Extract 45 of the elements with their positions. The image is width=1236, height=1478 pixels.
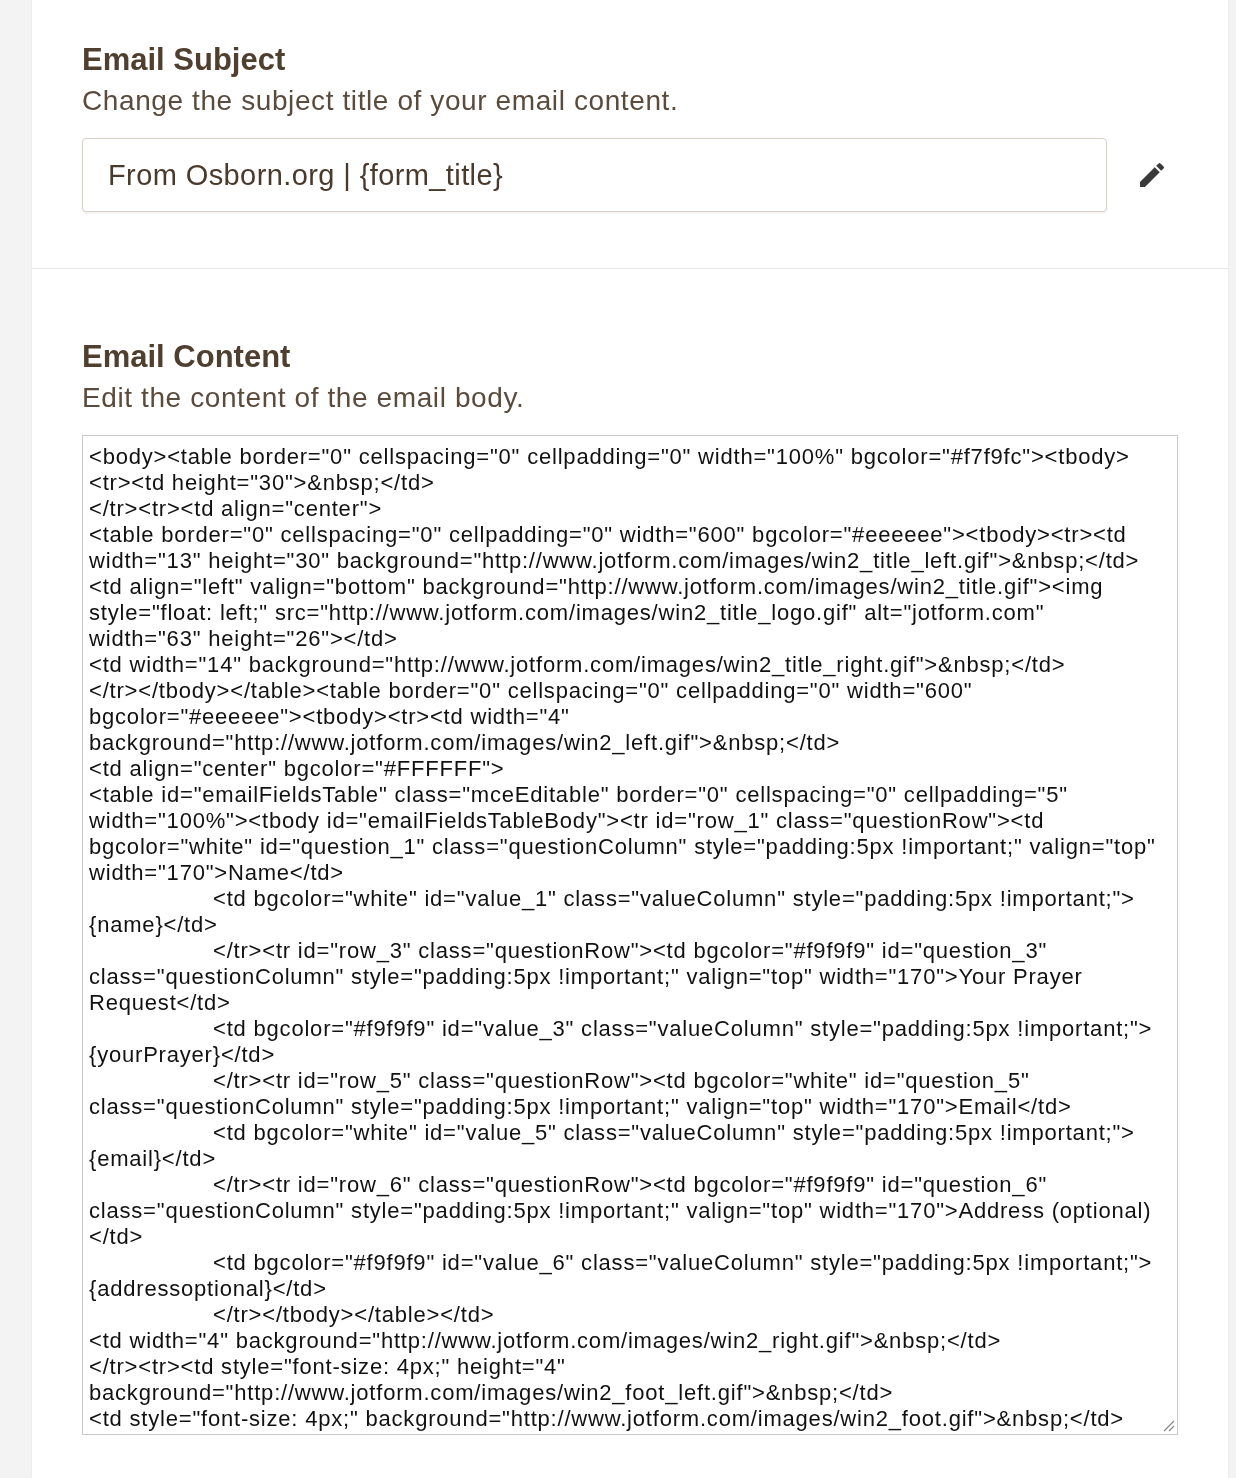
code-line: </tr><tr><td style="font-size: 4px;" height="4"	[89, 1354, 566, 1380]
code-line: {yourPrayer}</td>	[89, 1042, 276, 1068]
code-line: Request</td>	[89, 990, 231, 1016]
resize-handle-icon[interactable]	[1161, 1418, 1175, 1432]
code-line: <td width="14" background="http://www.jotform.com/images/win2_title_right.gif">&nbsp;</td>	[89, 652, 1066, 678]
code-line: width="63" height="26"></td>	[89, 626, 398, 652]
code-line: <td bgcolor="#f9f9f9" id="value_3" class="valueColumn" style="padding:5px !important;">	[212, 1016, 1153, 1042]
code-line: <td width="4" background="http://www.jotform.com/images/win2_right.gif">&nbsp;</td>	[89, 1328, 1002, 1354]
code-line: background="http://www.jotform.com/images/win2_left.gif">&nbsp;</td>	[89, 730, 841, 756]
code-line: width="100%"><tbody id="emailFieldsTableBody"><tr id="row_1" class="questionRow"><td	[89, 808, 1045, 834]
code-line: width="13" height="30" background="http://www.jotform.com/images/win2_title_left.gif">&nbsp;</td>	[89, 548, 1140, 574]
section-description: Edit the content of the email body.	[82, 381, 526, 415]
code-line: <td bgcolor="white" id="value_1" class="valueColumn" style="padding:5px !important;">	[212, 886, 1135, 912]
code-line: class="questionColumn" style="padding:5px !important;" valign="top" width="170">Address (optional)	[89, 1198, 1152, 1224]
code-line: class="questionColumn" style="padding:5px !important;" valign="top" width="170">Your Prayer	[89, 964, 1083, 990]
code-line: <td bgcolor="#f9f9f9" id="value_6" class="valueColumn" style="padding:5px !important;">	[212, 1250, 1153, 1276]
section-title: Email Subject	[82, 42, 287, 78]
code-line: {email}</td>	[89, 1146, 217, 1172]
subject-field[interactable]: From Osborn.org | {form_title}	[82, 138, 1107, 212]
code-line: bgcolor="#eeeeee"><tbody><tr><td width="4"	[89, 704, 570, 730]
code-line: </tr><tr id="row_3" class="questionRow"><td bgcolor="#f9f9f9" id="question_3"	[212, 938, 1048, 964]
section-description: Change the subject title of your email content.	[82, 84, 680, 118]
code-line: </tr><tr><td align="center">	[89, 496, 383, 522]
code-line: <td style="font-size: 4px;" background="http://www.jotform.com/images/win2_foot.gif">&nbsp;</td>	[89, 1406, 1124, 1432]
code-line: {name}</td>	[89, 912, 218, 938]
code-line: background="http://www.jotform.com/images/win2_foot_left.gif">&nbsp;</td>	[89, 1380, 894, 1406]
code-line: <tr><td height="30">&nbsp;</td>	[89, 470, 435, 496]
code-line: <td bgcolor="white" id="value_5" class="valueColumn" style="padding:5px !important;">	[212, 1120, 1135, 1146]
code-line: </td>	[89, 1224, 144, 1250]
code-line: {addressoptional}</td>	[89, 1276, 327, 1302]
code-line: bgcolor="white" id="question_1" class="questionColumn" style="padding:5px !important;" valign="top"	[89, 834, 1156, 860]
code-line: <td align="left" valign="bottom" background="http://www.jotform.com/images/win2_title.gif"><img	[89, 574, 1104, 600]
code-line: width="170">Name</td>	[89, 860, 345, 886]
code-line: </tr></tbody></table><table border="0" cellspacing="0" cellpadding="0" width="600"	[89, 678, 973, 704]
section-title: Email Content	[82, 339, 292, 375]
email-content-field[interactable]	[82, 435, 1178, 1435]
code-line: <td align="center" bgcolor="#FFFFFF">	[89, 756, 505, 782]
code-line: </tr><tr id="row_6" class="questionRow"><td bgcolor="#f9f9f9" id="question_6"	[212, 1172, 1048, 1198]
code-line: <body><table border="0" cellspacing="0" cellpadding="0" width="100%" bgcolor="#f7f9fc"><tbody>	[89, 444, 1130, 470]
code-line: class="questionColumn" style="padding:5px !important;" valign="top" width="170">Email</td>	[89, 1094, 1072, 1120]
code-line: </tr><tr id="row_5" class="questionRow"><td bgcolor="white" id="question_5"	[212, 1068, 1030, 1094]
code-line: </tr></tbody></table></td>	[212, 1302, 495, 1328]
code-line: <table border="0" cellspacing="0" cellpadding="0" width="600" bgcolor="#eeeeee"><tbody><tr><td	[89, 522, 1127, 548]
code-line: <table id="emailFieldsTable" class="mceEditable" border="0" cellspacing="0" cellpadding="5"	[89, 782, 1068, 808]
code-line: style="float: left;" src="http://www.jotform.com/images/win2_title_logo.gif" alt="jotform.com"	[89, 600, 1045, 626]
